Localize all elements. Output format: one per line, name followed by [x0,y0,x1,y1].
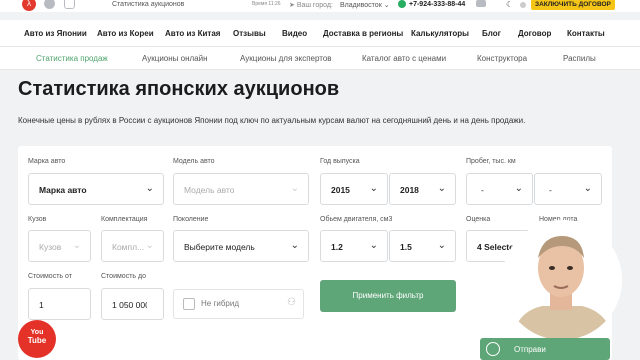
chevron-down-icon: ⌄ [514,183,523,194]
generation-select[interactable]: Выберите модель ⌄ [173,230,309,262]
instagram-icon[interactable] [64,0,75,9]
vk-icon[interactable] [44,0,55,9]
year-from-select[interactable]: 2015 ⌄ [320,173,388,205]
engine-from-select[interactable]: 1.2 ⌄ [320,230,388,262]
mileage-from-select[interactable]: - ⌄ [466,173,533,205]
hybrid-car-icon: ⚇ [287,297,296,308]
chevron-down-icon: ⌄ [437,240,446,251]
price-from-input[interactable]: 1 [28,288,91,320]
location-label: ➤ Ваш город: [289,2,333,9]
phone-text: +7-924-333-88-44 [409,1,466,8]
nav-item-delivery[interactable]: Доставка в регионы [323,29,403,38]
chevron-down-icon: ⌄ [72,240,81,251]
subnav-item-sales-stats[interactable]: Статистика продаж [36,54,108,63]
city-select[interactable]: Владивосток ⌄ [340,1,390,9]
generation-label: Поколение [173,216,209,223]
price-to-input[interactable]: 1 050 000 [101,288,164,320]
chevron-down-icon: ⌄ [369,240,378,251]
year-from-value: 2015 [331,185,350,195]
generation-value: Выберите модель [184,242,255,252]
subnav-item-auctions-online[interactable]: Аукционы онлайн [142,54,208,63]
theme-toggle-icon[interactable] [520,2,526,8]
year-label: Год выпуска [320,158,360,165]
engine-label: Обьем двигателя, см3 [320,216,393,223]
chevron-down-icon: ⌄ [583,183,592,194]
grade-label: Оценка [466,216,491,223]
nav-item-blog[interactable]: Блог [482,29,501,38]
nav-item-japan[interactable]: Авто из Японии [24,29,87,38]
mileage-to-value: - [549,185,552,195]
make-value: Марка авто [39,185,87,195]
subnav-item-cuts[interactable]: Распилы [563,54,596,63]
chevron-down-icon: ⌄ [290,240,299,251]
year-to-select[interactable]: 2018 ⌄ [389,173,456,205]
engine-from-value: 1.2 [331,242,343,252]
body-select[interactable]: Кузов ⌄ [28,230,91,262]
time-label: Время 11:26 [252,1,281,7]
send-request-button[interactable]: Отправи [480,338,610,360]
make-select[interactable]: Марка авто ⌄ [28,173,164,205]
trim-label: Комплектация [101,216,148,223]
chevron-down-icon: ⌄ [290,183,299,194]
webcam-overlay [502,220,622,340]
main-nav: Авто из Японии Авто из Кореи Авто из Кит… [0,20,640,46]
price-to-label: Стоимость до [101,273,146,280]
chevron-down-icon: ⌄ [437,183,446,194]
send-label: Отправи [514,345,546,354]
presenter-avatar [502,220,622,340]
youtube-small-icon[interactable] [476,0,486,7]
subnav-item-auctions-experts[interactable]: Аукционы для экспертов [240,54,332,63]
price-to-value: 1 050 000 [112,300,147,310]
trim-placeholder: Компл... [112,242,145,252]
subnav-item-constructors[interactable]: Конструктора [477,54,527,63]
nav-item-video[interactable]: Видео [282,29,307,38]
make-label: Марка авто [28,158,66,165]
city-text: Владивосток [340,2,382,9]
chevron-down-icon: ⌄ [145,240,154,251]
nav-item-reviews[interactable]: Отзывы [233,29,266,38]
engine-to-select[interactable]: 1.5 ⌄ [389,230,456,262]
chevron-down-icon: ⌄ [145,183,154,194]
year-to-value: 2018 [400,185,419,195]
sub-nav: Статистика продаж Аукционы онлайн Аукцио… [0,46,640,70]
price-from-value: 1 [39,300,44,310]
youtube-text-tube: Tube [27,336,47,345]
body-placeholder: Кузов [39,242,62,252]
checkbox-square[interactable] [183,298,195,310]
subnav-item-catalog[interactable]: Каталог авто с ценами [362,54,446,63]
contract-button[interactable]: ЗАКЛЮЧИТЬ ДОГОВОР [531,0,615,10]
phone-link[interactable]: +7-924-333-88-44 [398,1,465,8]
top-bar: λ Статистика аукционов Время 11:26 ➤ Ваш… [0,0,640,12]
model-select[interactable]: Модель авто ⌄ [173,173,309,205]
nav-item-contract[interactable]: Договор [518,29,551,38]
apply-filter-button[interactable]: Применить фильтр [320,280,456,312]
model-label: Модель авто [173,158,215,165]
breadcrumb[interactable]: Статистика аукционов [112,1,184,8]
model-placeholder: Модель авто [184,185,235,195]
mileage-from-value: - [481,185,484,195]
nav-item-korea[interactable]: Авто из Кореи [97,29,154,38]
trim-select[interactable]: Компл... ⌄ [101,230,164,262]
nav-item-china[interactable]: Авто из Китая [165,29,220,38]
nav-item-contacts[interactable]: Контакты [567,29,605,38]
non-hybrid-checkbox[interactable]: Не гибрид ⚇ [173,289,304,319]
headset-icon [486,342,500,356]
youtube-text-you: You [30,329,44,336]
nav-item-calculators[interactable]: Калькуляторы [411,29,469,38]
chevron-down-icon: ⌄ [369,183,378,194]
page-description: Конечные цены в рублях в России с аукцио… [18,116,526,125]
page-title: Статистика японских аукционов [18,78,340,100]
engine-to-value: 1.5 [400,242,412,252]
body-label: Кузов [28,216,47,223]
youtube-logo-icon[interactable]: You Tube [18,320,56,358]
mileage-label: Пробег, тыс. км [466,158,516,165]
location-text: Ваш город: [296,2,333,9]
price-from-label: Стоимость от [28,273,72,280]
mileage-to-select[interactable]: - ⌄ [534,173,602,205]
dragon-logo-icon[interactable]: λ [22,0,36,11]
non-hybrid-label: Не гибрид [201,299,240,308]
moon-icon[interactable]: ☾ [506,0,513,9]
